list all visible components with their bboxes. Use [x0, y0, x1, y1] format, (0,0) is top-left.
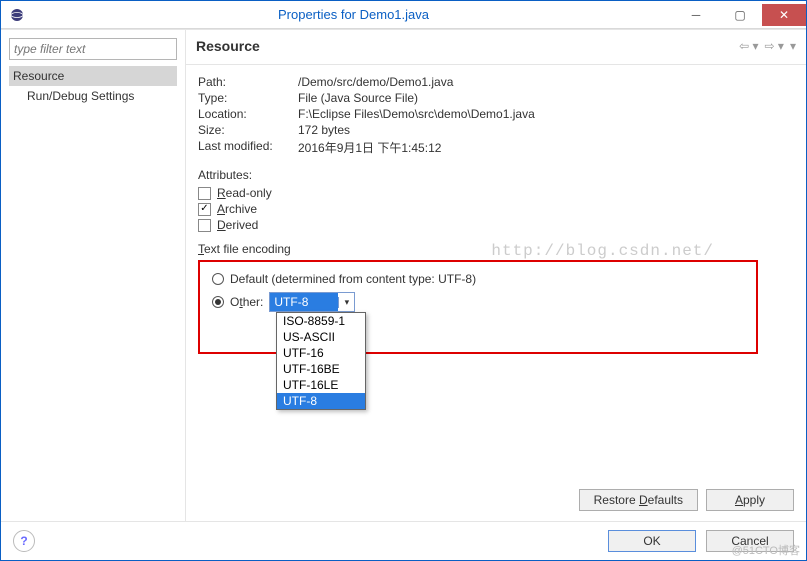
- properties-window: Properties for Demo1.java ─ ▢ ✕ Resource…: [0, 0, 807, 561]
- encoding-option[interactable]: UTF-8: [277, 393, 365, 409]
- menu-icon[interactable]: ▾: [790, 39, 796, 53]
- derived-checkbox[interactable]: [198, 219, 211, 232]
- main-panel: Resource ⇦ ▾ ⇨ ▾ ▾ Path:/Demo/src/demo/D…: [186, 30, 806, 521]
- encoding-option[interactable]: US-ASCII: [277, 329, 365, 345]
- apply-button[interactable]: Apply: [706, 489, 794, 511]
- readonly-row[interactable]: Read-only: [198, 186, 794, 200]
- ok-button[interactable]: OK: [608, 530, 696, 552]
- section-title: Resource: [196, 38, 260, 54]
- modified-label: Last modified:: [198, 139, 298, 156]
- sidebar: Resource Run/Debug Settings: [1, 30, 186, 521]
- encoding-option[interactable]: UTF-16LE: [277, 377, 365, 393]
- size-label: Size:: [198, 123, 298, 137]
- location-label: Location:: [198, 107, 298, 121]
- archive-row[interactable]: Archive: [198, 202, 794, 216]
- readonly-checkbox[interactable]: [198, 187, 211, 200]
- minimize-button[interactable]: ─: [674, 4, 718, 26]
- content-area: Path:/Demo/src/demo/Demo1.java Type:File…: [186, 65, 806, 483]
- encoding-dropdown[interactable]: ISO-8859-1 US-ASCII UTF-16 UTF-16BE UTF-…: [276, 312, 366, 410]
- encoding-combo[interactable]: UTF-8 ▾: [269, 292, 355, 312]
- watermark-corner: @51CTO博客: [732, 542, 800, 558]
- help-icon[interactable]: ?: [13, 530, 35, 552]
- dialog-body: Resource Run/Debug Settings Resource ⇦ ▾…: [1, 29, 806, 521]
- default-encoding-radio[interactable]: [212, 273, 224, 285]
- window-title: Properties for Demo1.java: [33, 7, 674, 22]
- other-encoding-radio[interactable]: [212, 296, 224, 308]
- eclipse-icon: [9, 7, 25, 23]
- restore-defaults-button[interactable]: Restore Defaults: [579, 489, 698, 511]
- readonly-label: ead-only: [226, 186, 272, 200]
- encoding-group-highlight: Default (determined from content type: U…: [198, 260, 758, 354]
- attributes-title: Attributes:: [198, 168, 794, 182]
- close-button[interactable]: ✕: [762, 4, 806, 26]
- size-value: 172 bytes: [298, 123, 350, 137]
- archive-label: rchive: [225, 202, 257, 216]
- archive-checkbox[interactable]: [198, 203, 211, 216]
- encoding-option[interactable]: UTF-16BE: [277, 361, 365, 377]
- footer: ? OK Cancel @51CTO博客: [1, 521, 806, 560]
- watermark-url: http://blog.csdn.net/: [491, 242, 714, 260]
- back-icon[interactable]: ⇦ ▾: [739, 39, 758, 53]
- maximize-button[interactable]: ▢: [718, 4, 762, 26]
- type-label: Type:: [198, 91, 298, 105]
- derived-row[interactable]: Derived: [198, 218, 794, 232]
- other-encoding-row[interactable]: Other: UTF-8 ▾ ISO-8859-1 US-ASCII UTF-1…: [212, 292, 744, 312]
- derived-label: erived: [226, 218, 259, 232]
- path-label: Path:: [198, 75, 298, 89]
- tree-item-run-debug[interactable]: Run/Debug Settings: [9, 86, 177, 106]
- window-buttons: ─ ▢ ✕: [674, 4, 806, 26]
- encoding-option[interactable]: UTF-16: [277, 345, 365, 361]
- nav-icons: ⇦ ▾ ⇨ ▾ ▾: [739, 39, 796, 53]
- section-header: Resource ⇦ ▾ ⇨ ▾ ▾: [186, 30, 806, 65]
- encoding-group-label: Text file encoding http://blog.csdn.net/: [198, 242, 794, 256]
- path-value: /Demo/src/demo/Demo1.java: [298, 75, 453, 89]
- forward-icon[interactable]: ⇨ ▾: [765, 39, 784, 53]
- location-value: F:\Eclipse Files\Demo\src\demo\Demo1.jav…: [298, 107, 535, 121]
- chevron-down-icon[interactable]: ▾: [338, 297, 354, 308]
- restore-apply-row: Restore Defaults Apply: [186, 483, 806, 521]
- default-encoding-row[interactable]: Default (determined from content type: U…: [212, 272, 744, 286]
- encoding-combo-value: UTF-8: [270, 293, 338, 311]
- encoding-option[interactable]: ISO-8859-1: [277, 313, 365, 329]
- other-encoding-label: Other:: [230, 295, 263, 309]
- type-value: File (Java Source File): [298, 91, 418, 105]
- filter-input[interactable]: [9, 38, 177, 60]
- default-encoding-label: Default (determined from content type: U…: [230, 272, 476, 286]
- modified-value: 2016年9月1日 下午1:45:12: [298, 139, 441, 156]
- titlebar: Properties for Demo1.java ─ ▢ ✕: [1, 1, 806, 29]
- nav-tree: Resource Run/Debug Settings: [9, 66, 177, 106]
- tree-item-resource[interactable]: Resource: [9, 66, 177, 86]
